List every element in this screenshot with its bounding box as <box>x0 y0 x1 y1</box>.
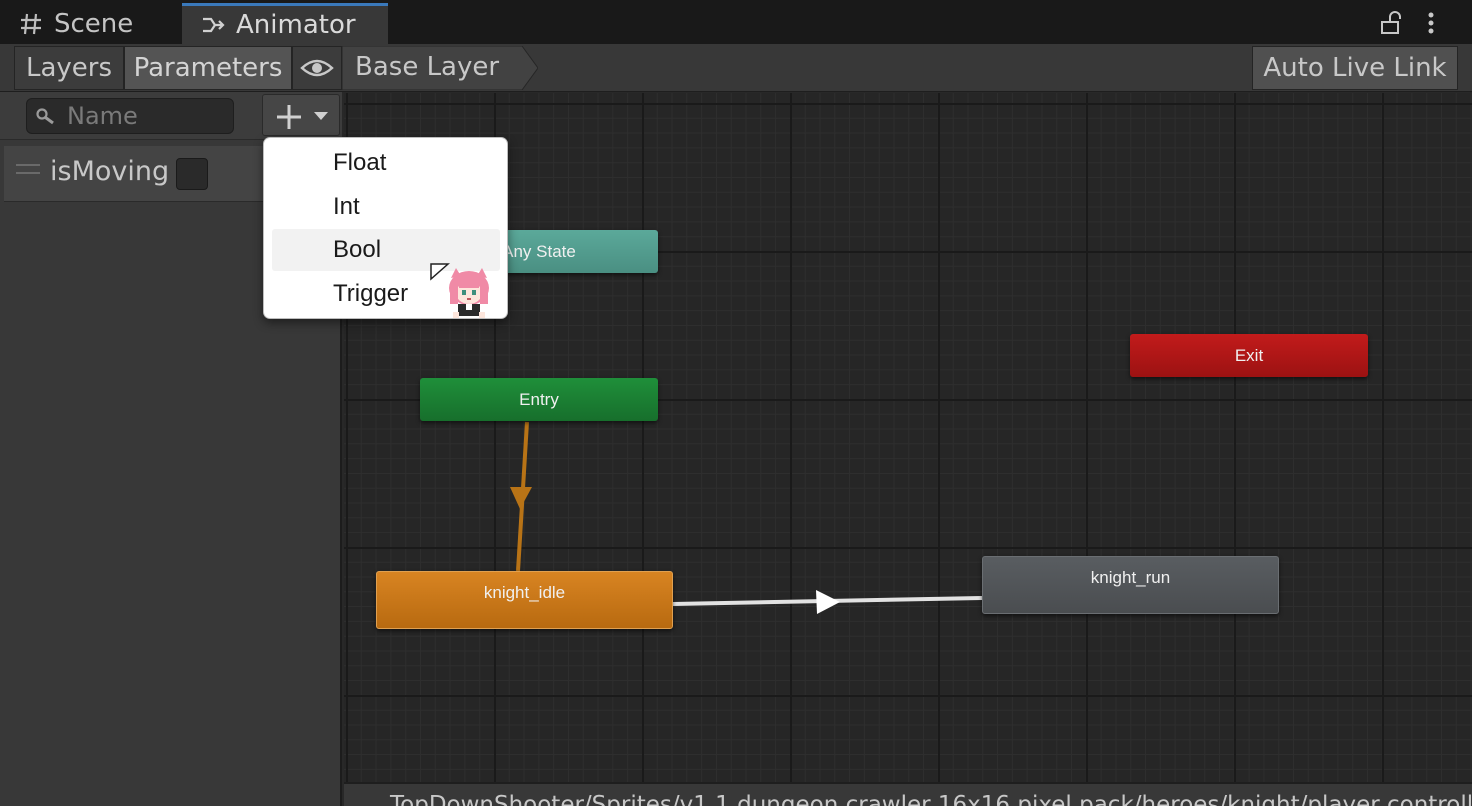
parameters-button[interactable]: Parameters <box>124 46 292 90</box>
parameter-name[interactable]: isMoving <box>50 156 169 187</box>
state-knight-run[interactable]: knight_run <box>982 556 1279 614</box>
transitions-layer <box>510 421 983 614</box>
menu-item-int[interactable]: Int <box>272 186 500 228</box>
search-icon <box>36 108 54 125</box>
menu-item-float[interactable]: Float <box>272 142 500 184</box>
eye-icon <box>300 59 334 77</box>
breadcrumb[interactable]: Base Layer <box>342 46 538 90</box>
auto-live-link-button[interactable]: Auto Live Link <box>1252 46 1458 90</box>
breadcrumb-base-layer[interactable]: Base Layer <box>355 52 499 82</box>
layers-button[interactable]: Layers <box>14 46 124 90</box>
animator-icon <box>203 17 225 33</box>
asset-path-label: TopDownShooter/Sprites/v1.1 dungeon craw… <box>390 792 1472 806</box>
transition-arrowhead <box>816 590 840 614</box>
asset-path-bar: TopDownShooter/Sprites/v1.1 dungeon craw… <box>344 782 1472 806</box>
state-machine-graph[interactable]: Any State Entry Exit knight_idle knight_… <box>344 93 1472 782</box>
kebab-menu-icon[interactable] <box>1418 10 1444 36</box>
pixel-mascot-icon <box>449 268 489 318</box>
parameters-search-row <box>0 92 342 140</box>
search-input[interactable] <box>67 101 227 131</box>
add-parameter-button[interactable] <box>262 94 340 136</box>
tab-animator-label: Animator <box>236 10 356 40</box>
state-entry[interactable]: Entry <box>420 378 658 421</box>
state-exit[interactable]: Exit <box>1130 334 1368 377</box>
drag-handle-icon[interactable] <box>16 164 40 174</box>
state-knight-idle[interactable]: knight_idle <box>376 571 673 629</box>
transition-arrowhead <box>510 487 532 509</box>
grid-hash-icon <box>21 13 41 35</box>
animator-toolbar: Layers Parameters Base Layer Auto Live L… <box>0 44 1472 92</box>
tab-scene-label: Scene <box>54 9 134 39</box>
parameter-search-field[interactable] <box>26 98 234 134</box>
parameter-bool-checkbox[interactable] <box>176 158 208 190</box>
tab-animator[interactable]: Animator <box>182 3 388 44</box>
plus-icon <box>277 105 301 129</box>
window-tab-bar: Scene Animator <box>0 0 1472 44</box>
visibility-toggle[interactable] <box>292 46 342 90</box>
lock-icon[interactable] <box>1378 10 1404 36</box>
chevron-down-icon <box>314 112 328 120</box>
menu-item-bool[interactable]: Bool <box>272 229 500 271</box>
tab-scene[interactable]: Scene <box>18 4 182 44</box>
